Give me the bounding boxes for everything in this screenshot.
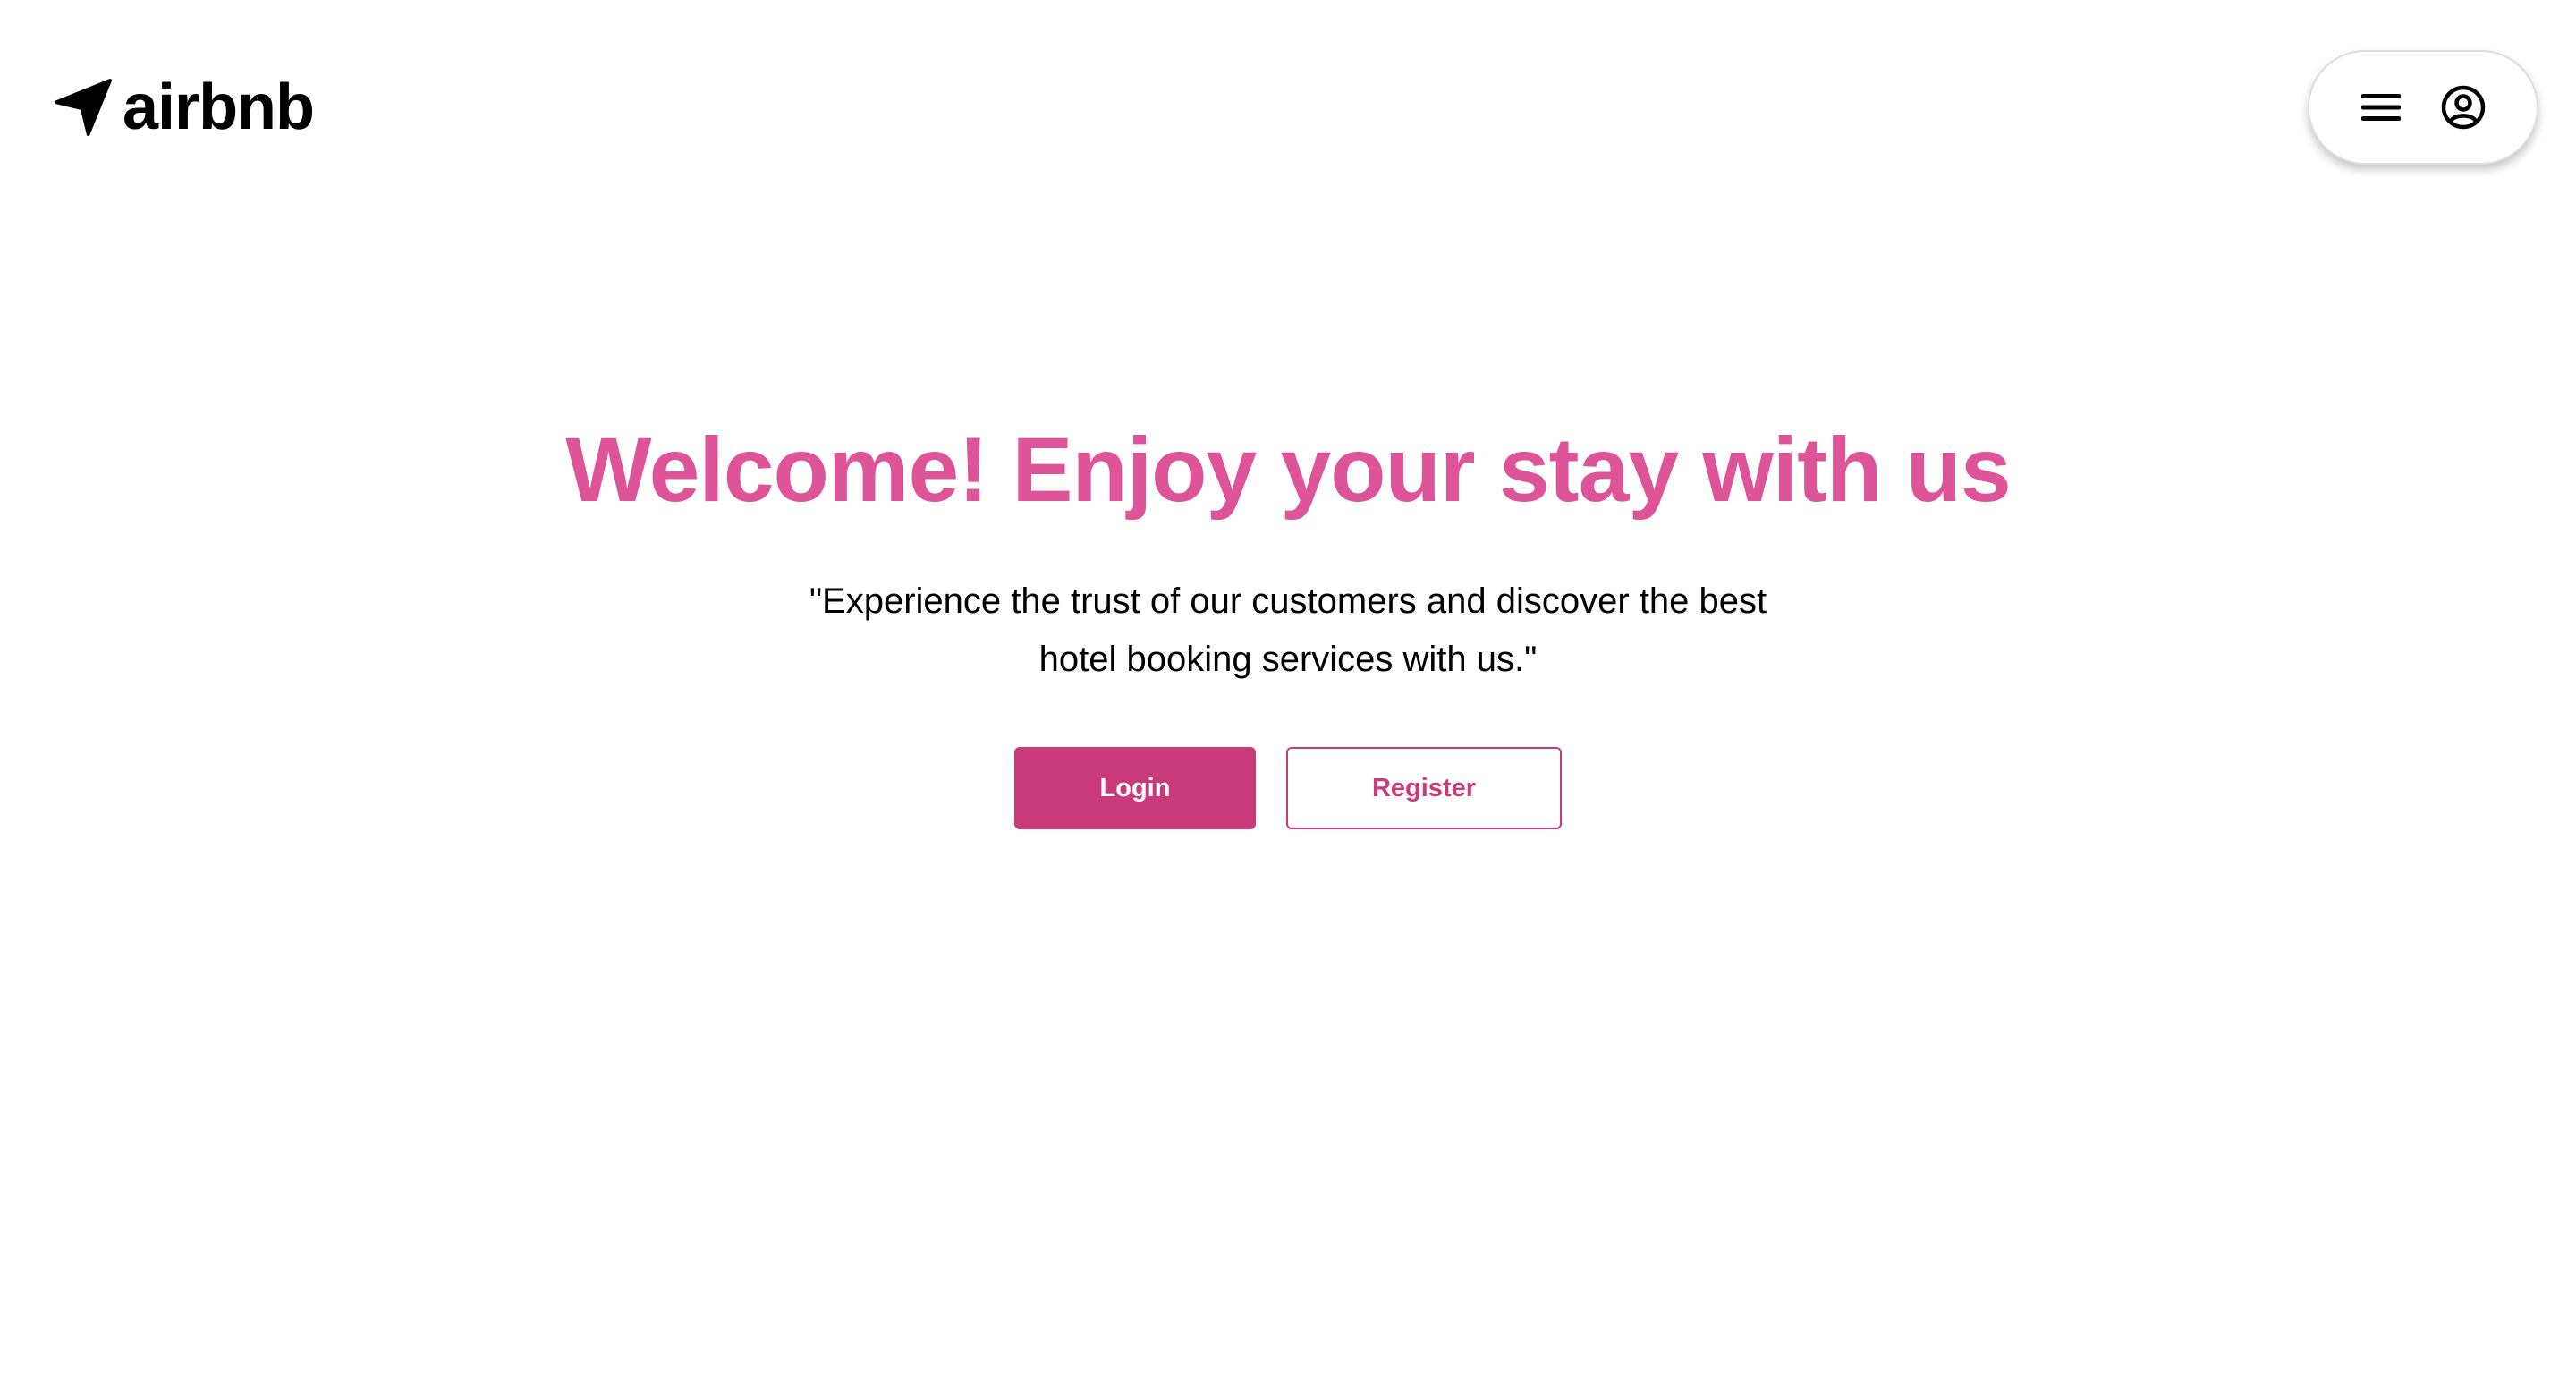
register-button[interactable]: Register <box>1286 747 1562 829</box>
user-circle-icon <box>2441 85 2486 130</box>
brand-logo-link[interactable]: airbnb <box>49 72 315 143</box>
navigation-arrow-icon <box>55 79 112 136</box>
welcome-subtitle: "Experience the trust of our customers a… <box>809 581 1767 679</box>
hamburger-menu-icon <box>2361 94 2401 121</box>
auth-actions: Login Register <box>0 747 2576 829</box>
welcome-title: Welcome! Enjoy your stay with us <box>565 419 2012 521</box>
user-menu-button[interactable] <box>2308 50 2538 165</box>
hero-section: Welcome! Enjoy your stay with us "Experi… <box>0 412 2576 829</box>
top-navbar: airbnb <box>0 0 2576 215</box>
brand-name: airbnb <box>123 72 315 143</box>
login-button[interactable]: Login <box>1014 747 1256 829</box>
